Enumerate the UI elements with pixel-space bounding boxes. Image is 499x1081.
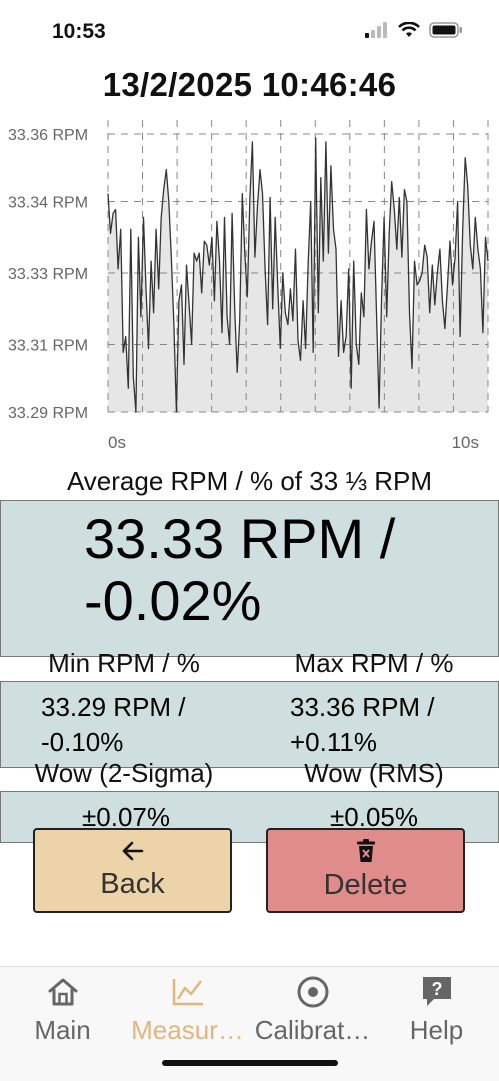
battery-icon xyxy=(429,22,462,38)
min-label: Min RPM / % xyxy=(48,648,200,678)
tab-main[interactable]: Main xyxy=(0,967,125,1057)
status-time: 10:53 xyxy=(52,20,106,43)
tab-main-label: Main xyxy=(34,1015,91,1045)
chart-y-tick-label: 33.31 RPM xyxy=(8,337,88,354)
home-icon xyxy=(48,978,77,1006)
svg-text:?: ? xyxy=(431,979,442,999)
max-value: 33.36 RPM / +0.11% xyxy=(290,690,490,760)
chart-y-tick-label: 33.34 RPM xyxy=(8,195,88,212)
average-rpm-value: 33.33 RPM / xyxy=(84,507,396,570)
cellular-signal-icon xyxy=(365,22,387,38)
delete-button[interactable]: Delete xyxy=(266,828,465,913)
average-label: Average RPM / % of 33 ⅓ RPM xyxy=(66,466,433,496)
tab-measure-label: Measur… xyxy=(131,1015,244,1045)
arrow-left-icon xyxy=(122,841,143,861)
chart-y-tick-label: 33.29 RPM xyxy=(8,405,88,422)
min-percent-value: -0.10% xyxy=(41,727,124,757)
average-value: 33.33 RPM / -0.02% xyxy=(84,508,484,632)
wow-rms-label: Wow (RMS) xyxy=(304,758,444,788)
max-percent-value: +0.11% xyxy=(290,727,377,757)
tab-help-label: Help xyxy=(409,1015,464,1045)
min-value: 33.29 RPM / -0.10% xyxy=(41,690,241,760)
chart-x-tick-label: 0s xyxy=(108,433,126,452)
help-icon: ? xyxy=(422,977,451,1006)
chart-x-tick-label: 10s xyxy=(452,433,479,452)
tab-help[interactable]: ? Help xyxy=(374,967,499,1057)
tab-calibrate-label: Calibrat… xyxy=(254,1015,371,1045)
average-percent-value: -0.02% xyxy=(84,569,262,632)
page-title: 13/2/2025 10:46:46 xyxy=(102,66,397,103)
trash-icon xyxy=(356,839,375,862)
home-indicator xyxy=(162,1060,338,1066)
chart-y-tick-label: 33.36 RPM xyxy=(8,127,88,144)
status-bar: 10:53 xyxy=(0,0,499,64)
chart-y-tick-label: 33.33 RPM xyxy=(8,266,88,283)
chart-line-icon xyxy=(172,979,203,1006)
back-button-label: Back xyxy=(100,868,165,900)
rpm-chart: 33.36 RPM 33.34 RPM 33.33 RPM 33.31 RPM 33.2… xyxy=(8,120,489,452)
wow-2sigma-label: Wow (2-Sigma) xyxy=(34,758,214,788)
wifi-icon xyxy=(398,22,420,37)
tab-calibrate[interactable]: Calibrat… xyxy=(250,967,375,1057)
status-icons xyxy=(365,22,463,38)
target-icon xyxy=(297,976,328,1008)
min-rpm-value: 33.29 RPM / xyxy=(41,692,186,722)
tab-measure[interactable]: Measur… xyxy=(125,967,250,1057)
max-rpm-value: 33.36 RPM / xyxy=(290,692,435,722)
back-button[interactable]: Back xyxy=(33,828,232,913)
max-label: Max RPM / % xyxy=(294,648,454,678)
delete-button-label: Delete xyxy=(323,869,408,901)
